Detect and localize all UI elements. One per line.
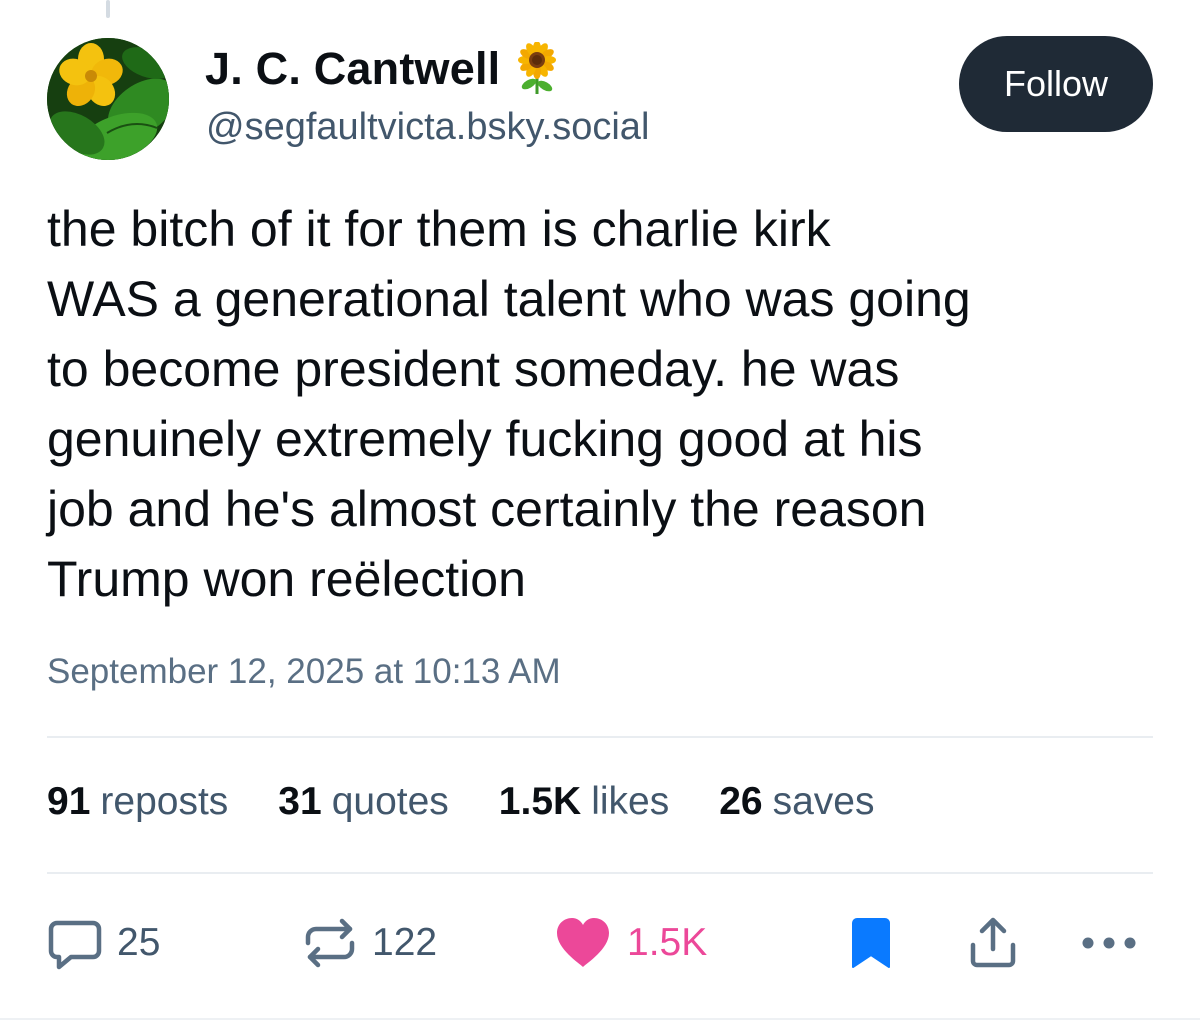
avatar[interactable] <box>47 38 169 160</box>
reply-icon <box>48 920 102 970</box>
follow-button[interactable]: Follow <box>959 36 1153 132</box>
more-icon <box>1082 937 1136 949</box>
author-handle[interactable]: @segfaultvicta.bsky.social <box>206 106 649 149</box>
post-text: the bitch of it for them is charlie kirk… <box>47 201 971 607</box>
post-header: J. C. Cantwell @segfaultvicta.bsky.socia… <box>47 36 1157 161</box>
repost-icon <box>305 918 355 968</box>
share-button[interactable] <box>965 912 1021 974</box>
repost-button[interactable]: 122 <box>302 912 437 974</box>
stat-label: reposts <box>100 780 229 823</box>
thread-connector-line <box>106 0 110 18</box>
display-name[interactable]: J. C. Cantwell <box>205 43 500 95</box>
share-icon <box>970 917 1016 968</box>
stat-likes[interactable]: 1.5K likes <box>499 780 669 824</box>
stat-count: 31 <box>278 780 322 823</box>
stat-quotes[interactable]: 31 quotes <box>278 780 449 824</box>
divider <box>47 736 1153 738</box>
reply-count: 25 <box>117 921 161 964</box>
more-options-button[interactable] <box>1080 912 1138 974</box>
heart-icon <box>557 918 609 967</box>
stat-saves[interactable]: 26 saves <box>719 780 874 824</box>
like-button[interactable]: 1.5K <box>553 912 707 974</box>
post-actions-bar: 25 122 1.5K <box>47 912 1153 974</box>
stat-label: quotes <box>331 780 449 823</box>
stat-reposts[interactable]: 91 reposts <box>47 780 228 824</box>
stat-label: saves <box>772 780 875 823</box>
stat-label: likes <box>591 780 670 823</box>
sunflower-icon <box>518 42 557 94</box>
stat-count: 26 <box>719 780 763 823</box>
bookmark-icon <box>852 918 890 968</box>
stat-count: 91 <box>47 780 91 823</box>
post-timestamp[interactable]: September 12, 2025 at 10:13 AM <box>47 652 561 692</box>
stat-count: 1.5K <box>498 780 582 823</box>
bookmark-button[interactable] <box>849 912 893 974</box>
engagement-stats: 91 reposts 31 quotes 1.5K likes 26 saves <box>47 780 925 824</box>
display-name-row: J. C. Cantwell <box>205 40 560 98</box>
post-bottom-border <box>0 1018 1200 1020</box>
repost-count: 122 <box>372 921 438 964</box>
like-count: 1.5K <box>627 921 708 964</box>
divider <box>47 872 1153 874</box>
reply-button[interactable]: 25 <box>47 912 160 974</box>
